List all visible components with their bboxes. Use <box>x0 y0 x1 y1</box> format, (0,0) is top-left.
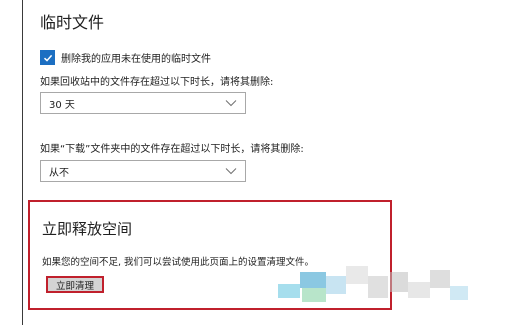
downloads-duration-value: 从不 <box>49 167 69 179</box>
delete-unused-apps-checkbox[interactable] <box>40 50 55 65</box>
temp-files-title: 临时文件 <box>40 13 105 32</box>
recycle-bin-duration-value: 30 天 <box>49 99 75 111</box>
recycle-bin-label: 如果回收站中的文件存在超过以下时长，请将其删除: <box>40 77 274 88</box>
delete-unused-apps-option[interactable]: 删除我的应用未在使用的临时文件 <box>40 50 211 65</box>
downloads-label: 如果“下载”文件夹中的文件存在超过以下时长，请将其删除: <box>40 144 304 155</box>
storage-settings-page: 临时文件 删除我的应用未在使用的临时文件 如果回收站中的文件存在超过以下时长，请… <box>0 0 529 325</box>
chevron-down-icon <box>225 167 237 175</box>
watermark-mosaic <box>278 262 468 314</box>
chevron-down-icon <box>225 99 237 107</box>
delete-unused-apps-label: 删除我的应用未在使用的临时文件 <box>61 54 211 65</box>
free-space-title: 立即释放空间 <box>42 220 133 238</box>
recycle-bin-duration-select[interactable]: 30 天 <box>40 92 246 114</box>
free-space-description: 如果您的空间不足, 我们可以尝试使用此页面上的设置清理文件。 <box>42 257 315 268</box>
checkmark-icon <box>43 54 52 62</box>
downloads-duration-select[interactable]: 从不 <box>40 160 246 182</box>
left-divider <box>22 0 23 325</box>
clean-now-button[interactable]: 立即清理 <box>46 276 104 293</box>
